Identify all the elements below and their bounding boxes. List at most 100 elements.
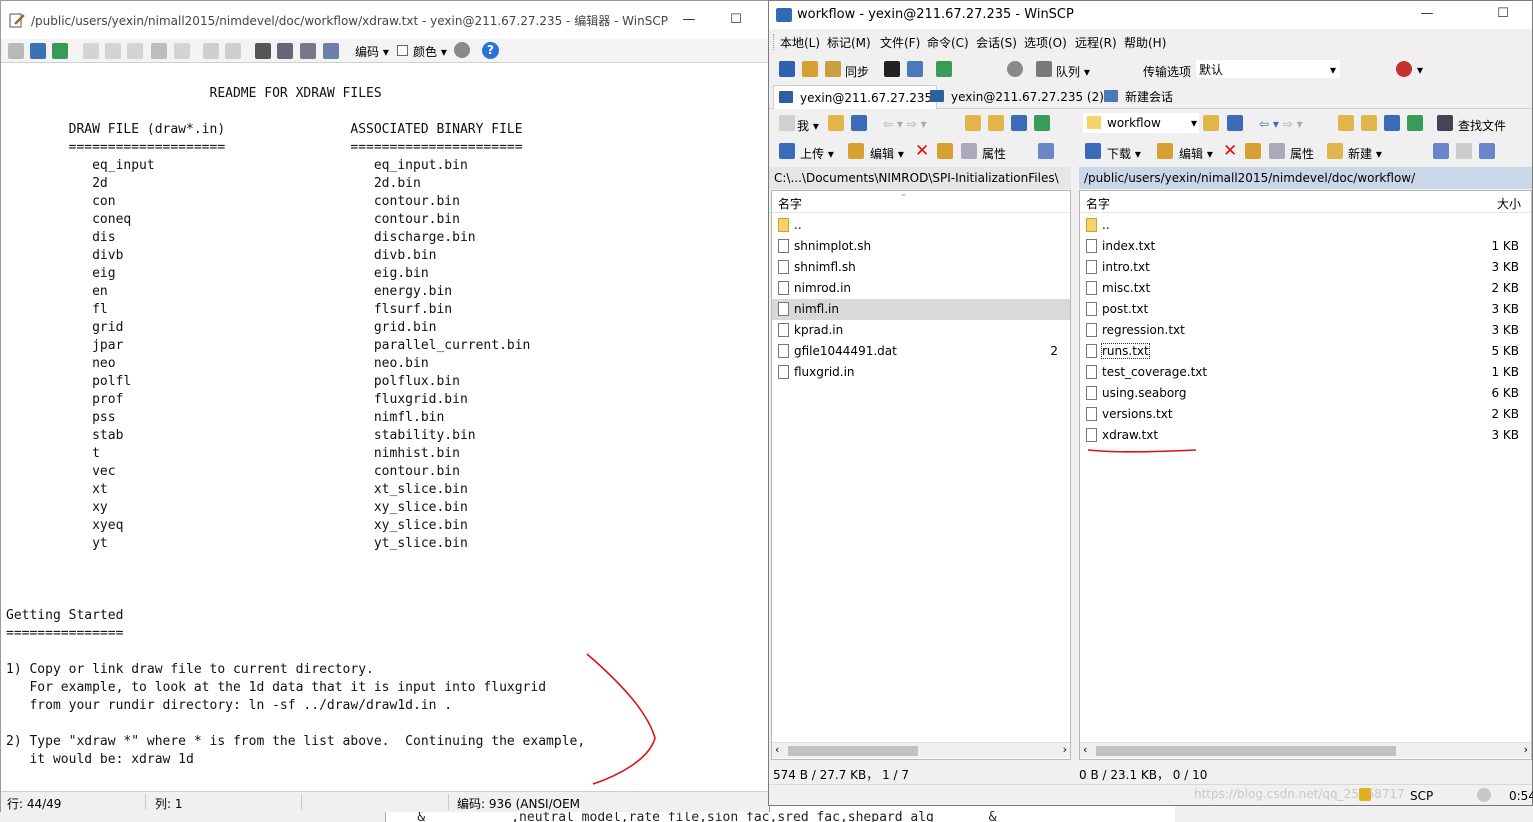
local-scroll-thumb[interactable] bbox=[788, 746, 918, 756]
file-row[interactable]: kprad.in bbox=[772, 320, 1070, 341]
file-row[interactable]: xdraw.txt 3 KB bbox=[1080, 425, 1531, 446]
local-horizontal-scrollbar[interactable]: ‹ › bbox=[772, 742, 1070, 758]
scroll-left-icon[interactable]: ‹ bbox=[775, 743, 779, 756]
home-icon[interactable] bbox=[1384, 115, 1400, 131]
queue-icon[interactable] bbox=[1036, 61, 1052, 77]
filter-list-icon[interactable] bbox=[1479, 143, 1495, 159]
scroll-right-icon[interactable]: › bbox=[1524, 743, 1528, 756]
delete-icon[interactable] bbox=[151, 43, 167, 59]
collapse-icon[interactable] bbox=[1456, 143, 1472, 159]
tab-session-2[interactable]: yexin@211.67.27.235 (2) bbox=[925, 85, 1108, 109]
filter-icon[interactable] bbox=[851, 115, 867, 131]
download-button[interactable]: 下载 ▾ bbox=[1107, 145, 1141, 162]
menu-local[interactable]: 本地(L) bbox=[780, 34, 820, 51]
properties-icon[interactable] bbox=[961, 143, 977, 159]
reload-icon[interactable] bbox=[52, 43, 68, 59]
remote-location-select[interactable]: workflow ▾ bbox=[1083, 113, 1199, 133]
rename-icon[interactable] bbox=[1245, 143, 1261, 159]
goto-line-icon[interactable] bbox=[323, 43, 339, 59]
open-folder-icon[interactable] bbox=[828, 115, 844, 131]
menu-session[interactable]: 会话(S) bbox=[976, 34, 1017, 51]
putty-icon[interactable] bbox=[907, 61, 923, 77]
tab-session-1[interactable]: yexin@211.67.27.235 bbox=[773, 85, 938, 109]
root-dir-icon[interactable] bbox=[1361, 115, 1377, 131]
save-icon[interactable] bbox=[8, 43, 24, 59]
remote-path-bar[interactable]: /public/users/yexin/nimall2015/nimdevel/… bbox=[1079, 167, 1532, 189]
winscp-minimize-button[interactable]: — bbox=[1407, 1, 1447, 27]
console-icon[interactable] bbox=[884, 61, 900, 77]
local-refresh-icon[interactable] bbox=[1034, 115, 1050, 131]
queue-button[interactable]: 队列 ▾ bbox=[1056, 63, 1090, 80]
help-icon[interactable]: ? bbox=[482, 42, 499, 59]
remote-back-icon[interactable]: ⇦ ▾ ⇨ ▾ bbox=[1259, 117, 1303, 131]
file-row[interactable]: fluxgrid.in bbox=[772, 362, 1070, 383]
new-window-icon[interactable] bbox=[779, 61, 795, 77]
menu-options[interactable]: 选项(O) bbox=[1024, 34, 1067, 51]
column-name-header[interactable]: 名字 bbox=[1086, 195, 1110, 212]
filter-icon[interactable] bbox=[1227, 115, 1243, 131]
copy-icon[interactable] bbox=[83, 43, 99, 59]
delete-x-icon[interactable]: ✕ bbox=[1223, 141, 1237, 161]
file-row[interactable]: versions.txt 2 KB bbox=[1080, 404, 1531, 425]
sync-button[interactable]: 同步 bbox=[845, 63, 869, 80]
file-row[interactable]: test_coverage.txt 1 KB bbox=[1080, 362, 1531, 383]
edit-icon[interactable] bbox=[1157, 143, 1173, 159]
menu-command[interactable]: 命令(C) bbox=[927, 34, 969, 51]
parent-dir-icon[interactable] bbox=[1338, 115, 1354, 131]
file-row[interactable]: nimfl.in bbox=[772, 299, 1070, 320]
find-icon[interactable] bbox=[255, 43, 271, 59]
upload-icon[interactable] bbox=[779, 143, 795, 159]
save-all-icon[interactable] bbox=[30, 43, 46, 59]
editor-titlebar[interactable]: /public/users/yexin/nimall2015/nimdevel/… bbox=[1, 1, 769, 39]
scroll-left-icon[interactable]: ‹ bbox=[1083, 743, 1087, 756]
open-folder-icon[interactable] bbox=[1203, 115, 1219, 131]
editor-text-area[interactable]: README FOR XDRAW FILES DRAW FILE (draw*.… bbox=[2, 65, 768, 790]
gear-icon[interactable] bbox=[454, 42, 470, 58]
editor-minimize-button[interactable]: — bbox=[669, 7, 709, 33]
home-icon[interactable] bbox=[1011, 115, 1027, 131]
find-files-button[interactable]: 查找文件 bbox=[1458, 117, 1506, 134]
edit-icon[interactable] bbox=[848, 143, 864, 159]
disconnect-icon[interactable] bbox=[1396, 61, 1412, 77]
file-row[interactable]: shnimfl.sh bbox=[772, 257, 1070, 278]
remote-horizontal-scrollbar[interactable]: ‹ › bbox=[1080, 742, 1531, 758]
replace-icon[interactable] bbox=[277, 43, 293, 59]
remote-file-list[interactable]: 名字 ⌃ 大小 .. index.txt 1 KB intro.txt 3 KB misc… bbox=[1079, 190, 1532, 760]
file-row[interactable]: runs.txt 5 KB bbox=[1080, 341, 1531, 362]
winscp-titlebar[interactable]: workflow - yexin@211.67.27.235 - WinSCP … bbox=[769, 1, 1532, 29]
file-row[interactable]: nimrod.in bbox=[772, 278, 1070, 299]
remote-properties-button[interactable]: 属性 bbox=[1290, 145, 1314, 162]
winscp-maximize-button[interactable]: ☐ bbox=[1483, 1, 1523, 27]
parent-directory-row[interactable]: .. bbox=[1080, 215, 1531, 236]
encoding-menu[interactable]: 编码 ▾ bbox=[355, 43, 389, 60]
file-row[interactable]: index.txt 1 KB bbox=[1080, 236, 1531, 257]
root-dir-icon[interactable] bbox=[988, 115, 1004, 131]
menu-help[interactable]: 帮助(H) bbox=[1124, 34, 1166, 51]
tab-new-session[interactable]: 新建会话 bbox=[1099, 85, 1177, 109]
transfer-options-select[interactable]: 默认 ▾ bbox=[1195, 59, 1341, 79]
file-row[interactable]: regression.txt 3 KB bbox=[1080, 320, 1531, 341]
editor-maximize-button[interactable]: ☐ bbox=[716, 7, 756, 33]
readme-content[interactable]: README FOR XDRAW FILES DRAW FILE (draw*.… bbox=[6, 85, 585, 769]
undo-icon[interactable] bbox=[203, 43, 219, 59]
rename-icon[interactable] bbox=[937, 143, 953, 159]
menu-remote[interactable]: 远程(R) bbox=[1075, 34, 1117, 51]
file-row[interactable]: post.txt 3 KB bbox=[1080, 299, 1531, 320]
color-checkbox[interactable] bbox=[397, 45, 408, 56]
remote-refresh-icon[interactable] bbox=[1407, 115, 1423, 131]
find-next-icon[interactable] bbox=[300, 43, 316, 59]
expand-icon[interactable] bbox=[1433, 143, 1449, 159]
local-path-bar[interactable]: C:\...\Documents\NIMROD\SPI-Initializati… bbox=[769, 167, 1071, 189]
column-size-header[interactable]: 大小 bbox=[1497, 195, 1521, 212]
chevron-down-icon[interactable]: ▾ bbox=[1417, 63, 1423, 77]
remote-scroll-thumb[interactable] bbox=[1096, 746, 1396, 756]
sync-icon[interactable] bbox=[825, 61, 841, 77]
local-file-list[interactable]: 名字 ⌄ .. shnimplot.sh shnimfl.sh nimrod.in ni… bbox=[771, 190, 1071, 760]
redo-icon[interactable] bbox=[225, 43, 241, 59]
file-row[interactable]: misc.txt 2 KB bbox=[1080, 278, 1531, 299]
upload-button[interactable]: 上传 ▾ bbox=[800, 145, 834, 162]
file-row[interactable]: using.seaborg 6 KB bbox=[1080, 383, 1531, 404]
menu-mark[interactable]: 标记(M) bbox=[827, 34, 871, 51]
preferences-gear-icon[interactable] bbox=[1007, 61, 1023, 77]
menu-file[interactable]: 文件(F) bbox=[880, 34, 920, 51]
